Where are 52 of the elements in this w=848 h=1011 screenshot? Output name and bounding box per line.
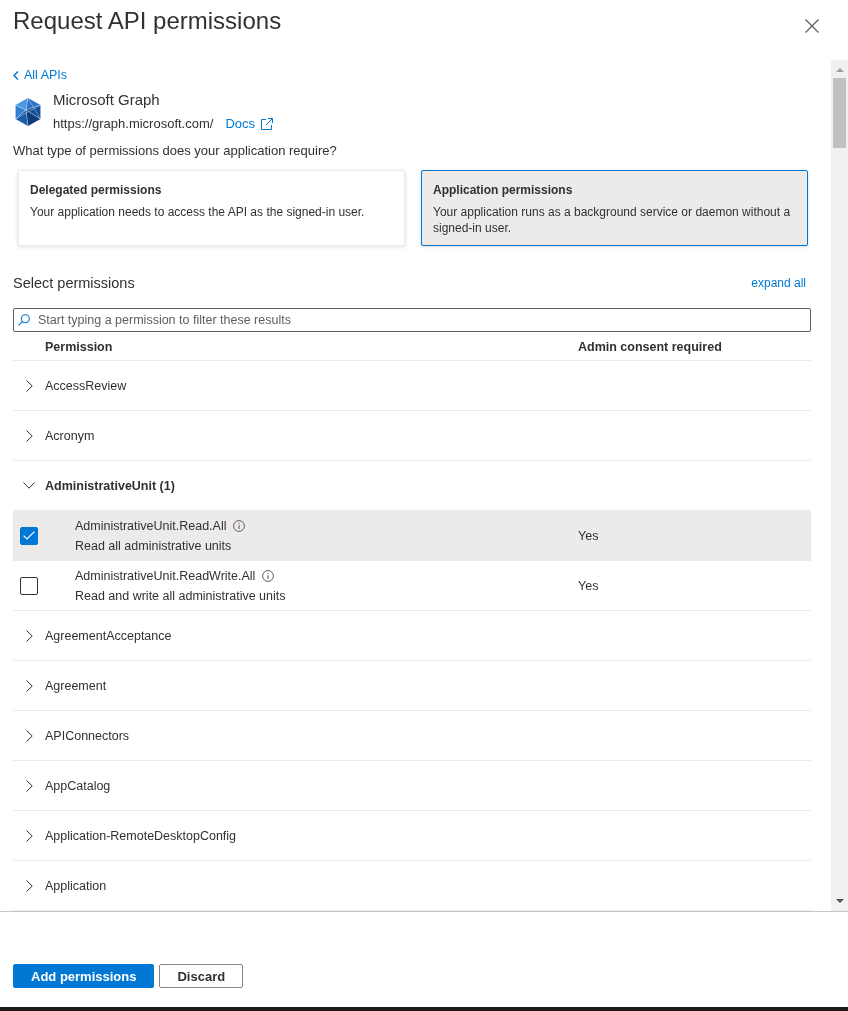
permission-type-card[interactable]: Application permissions Your application runs as a background service or daemon without a signed-in user. <box>421 170 808 246</box>
question-text: What type of permissions does your application require? <box>13 142 337 160</box>
search-icon <box>18 314 30 326</box>
chevron-right-icon[interactable] <box>25 779 33 792</box>
chevron-right-icon[interactable] <box>25 679 33 692</box>
permission-group-name[interactable]: Application-RemoteDesktopConfig <box>45 828 237 843</box>
permission-description: Read and write all administrative units <box>75 587 286 605</box>
permission-group-name[interactable]: AccessReview <box>45 378 127 393</box>
chevron-right-icon[interactable] <box>25 879 33 892</box>
search-field[interactable]: Start typing a permission to filter these results <box>13 308 811 332</box>
info-icon[interactable] <box>233 519 246 532</box>
permission-group-name[interactable]: AppCatalog <box>45 778 111 793</box>
chevron-right-icon[interactable] <box>25 629 33 642</box>
column-header: Permission <box>45 340 113 354</box>
permission-group-name[interactable]: APIConnectors <box>45 728 130 743</box>
chevron-left-icon <box>13 70 19 80</box>
checkbox[interactable] <box>20 576 38 595</box>
api-url: https://graph.microsoft.com/ <box>53 115 214 133</box>
permission-name: AdministrativeUnit.ReadWrite.All <box>75 568 256 583</box>
chevron-right-icon[interactable] <box>25 429 33 442</box>
section-heading: Select permissions <box>13 274 135 293</box>
api-name: Microsoft Graph <box>53 90 160 110</box>
permission-description: Read all administrative units <box>75 537 232 555</box>
admin-consent-value: Yes <box>578 578 599 593</box>
back-link[interactable]: All APIs <box>13 67 68 83</box>
chevron-right-icon[interactable] <box>25 729 33 742</box>
permission-name: AdministrativeUnit.Read.All <box>75 518 227 533</box>
info-icon[interactable] <box>262 569 275 582</box>
scroll-down-arrow-icon[interactable] <box>835 899 844 903</box>
secondary-button[interactable]: Discard <box>159 964 244 988</box>
chevron-right-icon[interactable] <box>25 829 33 842</box>
permission-group-name[interactable]: AgreementAcceptance <box>45 628 172 643</box>
column-header: Admin consent required <box>578 340 722 354</box>
docs-link[interactable]: Docs <box>225 115 274 133</box>
permission-type-card[interactable]: Delegated permissions Your application needs to access the API as the signed-in user. <box>18 170 405 246</box>
permission-group-name[interactable]: AdministrativeUnit (1) <box>45 478 175 493</box>
permission-group-name[interactable]: Acronym <box>45 428 95 443</box>
polyhedron-logo-icon <box>14 98 42 126</box>
checkmark-icon <box>23 531 35 540</box>
chevron-right-icon[interactable] <box>25 379 33 392</box>
admin-consent-value: Yes <box>578 528 599 543</box>
permission-row[interactable]: AdministrativeUnit.Read.All Read all administrative units Yes <box>13 511 811 561</box>
scrollbar-thumb[interactable] <box>833 78 846 148</box>
checkbox[interactable] <box>20 526 38 545</box>
close-icon[interactable] <box>805 19 819 33</box>
external-link-icon <box>261 118 274 130</box>
permission-group-name[interactable]: Application <box>45 878 107 893</box>
expand-all-link[interactable]: expand all <box>751 276 806 290</box>
chevron-down-icon[interactable] <box>23 482 35 489</box>
panel-title: Request API permissions <box>13 6 282 36</box>
primary-button[interactable]: Add permissions <box>13 964 155 988</box>
permission-group-name[interactable]: Agreement <box>45 678 107 693</box>
